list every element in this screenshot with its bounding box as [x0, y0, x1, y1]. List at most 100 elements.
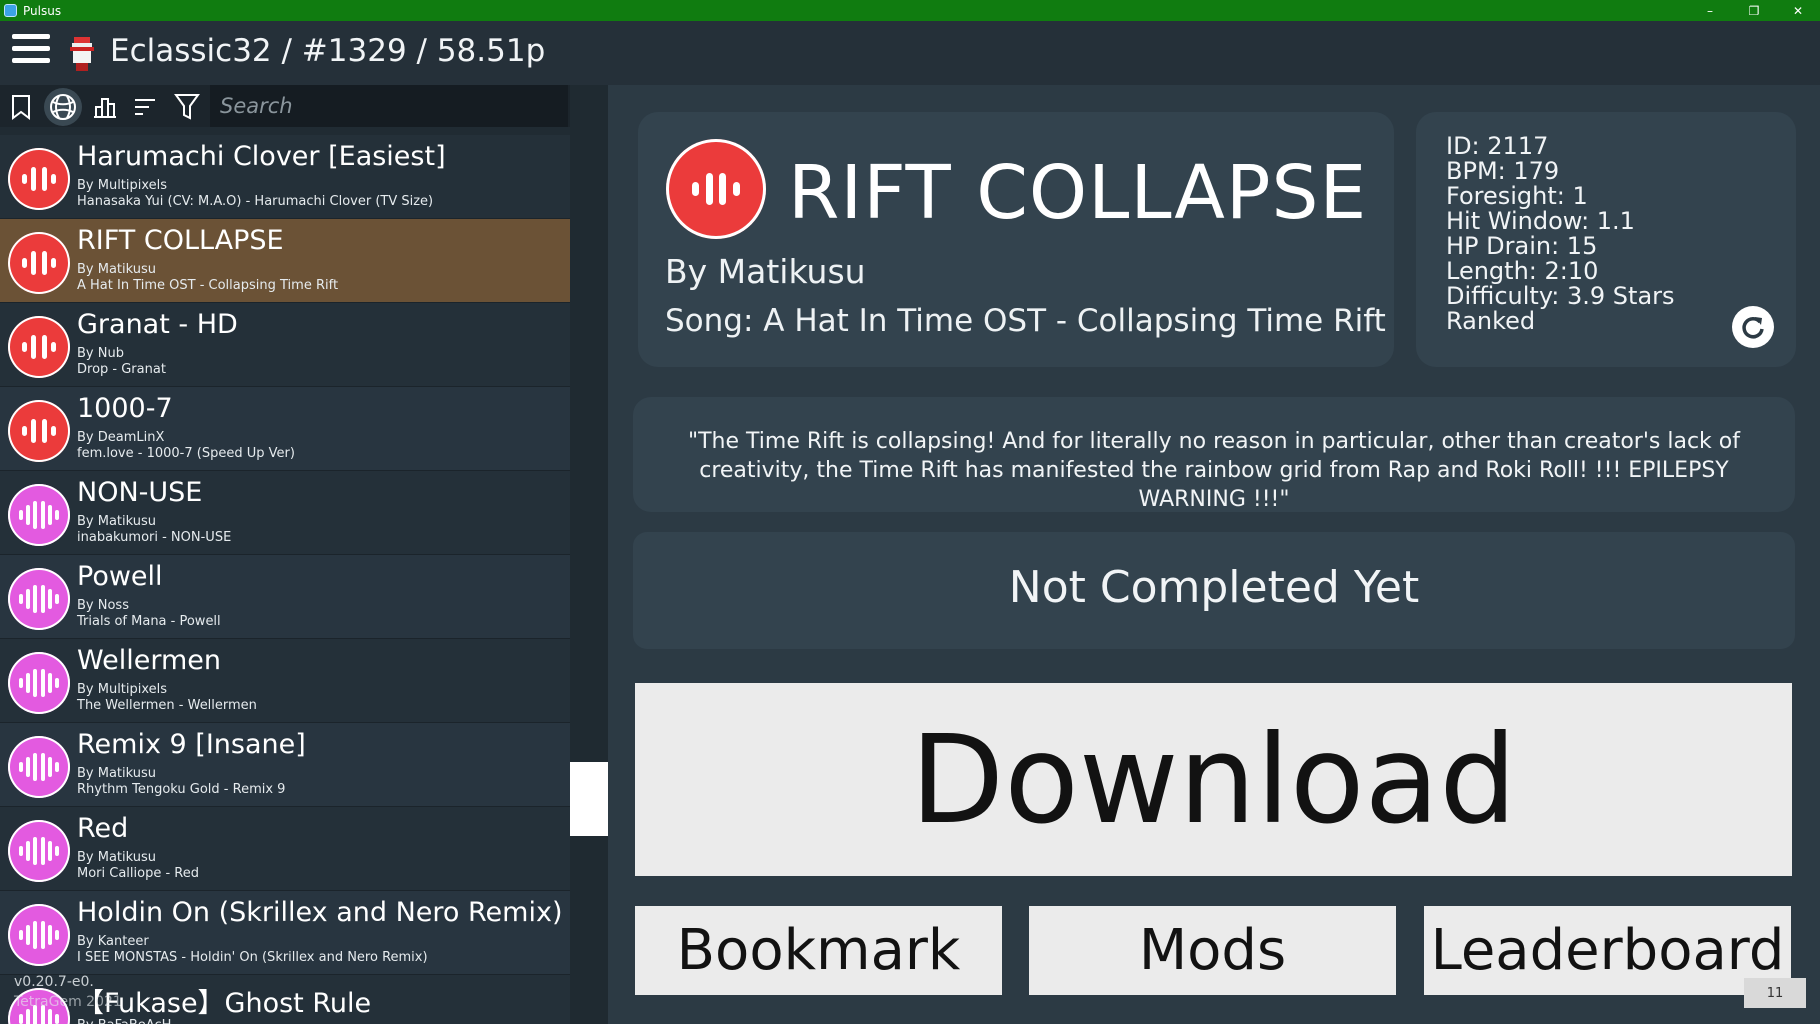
level-list-item[interactable]: Powell By Noss Trials of Mana - Powell	[0, 555, 570, 639]
bookmark-filter-icon[interactable]	[2, 88, 40, 126]
app-icon	[4, 4, 17, 17]
leaderboard-filter-icon[interactable]	[86, 88, 124, 126]
sidebar-scrollbar[interactable]	[570, 85, 608, 1024]
level-item-title: Powell	[77, 561, 163, 592]
level-icon	[8, 484, 70, 546]
level-item-song: inabakumori - NON-USE	[77, 530, 232, 545]
stat-hit-window: Hit Window: 1.1	[1446, 207, 1635, 235]
level-stats-card: ID: 2117 BPM: 179 Foresight: 1 Hit Windo…	[1416, 112, 1796, 367]
level-item-title: Remix 9 [Insane]	[77, 729, 306, 760]
level-item-song: I SEE MONSTAS - Holdin' On (Skrillex and…	[77, 950, 428, 965]
sidebar-toolbar	[0, 85, 570, 127]
level-icon	[666, 139, 766, 239]
level-icon	[8, 316, 70, 378]
download-button[interactable]: Download	[635, 683, 1792, 876]
leaderboard-button[interactable]: Leaderboard	[1424, 906, 1791, 995]
level-list-item[interactable]: Red By Matikusu Mori Calliope - Red	[0, 807, 570, 891]
user-rank-title: Eclassic32 / #1329 / 58.51p	[110, 33, 546, 69]
level-item-title: Harumachi Clover [Easiest]	[77, 141, 446, 172]
credit-label: TetraGem 2021	[14, 994, 122, 1010]
level-item-song: A Hat In Time OST - Collapsing Time Rift	[77, 278, 339, 293]
level-item-song: Drop - Granat	[77, 362, 166, 377]
stat-ranked-status: Ranked	[1446, 307, 1536, 335]
description-card: "The Time Rift is collapsing! And for li…	[633, 397, 1795, 512]
stat-length: Length: 2:10	[1446, 257, 1599, 285]
stat-foresight: Foresight: 1	[1446, 182, 1588, 210]
level-icon	[8, 652, 70, 714]
level-item-title: NON-USE	[77, 477, 203, 508]
level-item-author: By BaFaBeAcH	[77, 1018, 171, 1024]
level-detail-panel: RIFT COLLAPSE By Matikusu Song: A Hat In…	[608, 85, 1820, 1024]
level-title: RIFT COLLAPSE	[788, 150, 1368, 236]
globe-icon[interactable]	[44, 88, 82, 126]
level-description: "The Time Rift is collapsing! And for li…	[688, 429, 1740, 512]
level-item-author: By Kanteer	[77, 934, 149, 949]
completion-status: Not Completed Yet	[1008, 562, 1420, 613]
level-list: Harumachi Clover [Easiest] By Multipixels…	[0, 135, 570, 1024]
stat-id: ID: 2117	[1446, 132, 1549, 160]
close-button[interactable]: ✕	[1776, 0, 1820, 21]
level-list-item[interactable]: Harumachi Clover [Easiest] By Multipixels…	[0, 135, 570, 219]
restore-button[interactable]: ❐	[1732, 0, 1776, 21]
level-item-author: By DeamLinX	[77, 430, 165, 445]
level-list-item[interactable]: Wellermen By Multipixels The Wellermen - W…	[0, 639, 570, 723]
bookmark-button[interactable]: Bookmark	[635, 906, 1002, 995]
level-item-author: By Matikusu	[77, 514, 157, 529]
window-title: Pulsus	[23, 3, 62, 18]
stat-hp-drain: HP Drain: 15	[1446, 232, 1598, 260]
level-item-title: Wellermen	[77, 645, 221, 676]
level-item-song: Mori Calliope - Red	[77, 866, 199, 881]
mods-button[interactable]: Mods	[1029, 906, 1396, 995]
fps-counter: 11	[1744, 978, 1806, 1008]
stat-bpm: BPM: 179	[1446, 157, 1560, 185]
level-item-title: 1000-7	[77, 393, 173, 424]
level-icon	[8, 736, 70, 798]
level-song: Song: A Hat In Time OST - Collapsing Tim…	[665, 303, 1386, 339]
level-item-author: By Noss	[77, 598, 129, 613]
level-info-card: RIFT COLLAPSE By Matikusu Song: A Hat In…	[638, 112, 1394, 367]
search-input[interactable]	[210, 85, 568, 127]
scrollbar-thumb[interactable]	[570, 762, 608, 836]
level-list-item[interactable]: Remix 9 [Insane] By Matikusu Rhythm Tengok…	[0, 723, 570, 807]
level-item-author: By Multipixels	[77, 682, 168, 697]
level-list-item[interactable]: NON-USE By Matikusu inabakumori - NON-USE	[0, 471, 570, 555]
level-item-song: Rhythm Tengoku Gold - Remix 9	[77, 782, 286, 797]
minimize-button[interactable]: –	[1688, 0, 1732, 21]
version-label: v0.20.7-e0.	[14, 974, 94, 990]
level-sidebar: Harumachi Clover [Easiest] By Multipixels…	[0, 85, 570, 1024]
level-item-song: fem.love - 1000-7 (Speed Up Ver)	[77, 446, 295, 461]
level-icon	[8, 568, 70, 630]
level-item-author: By Matikusu	[77, 766, 157, 781]
filter-icon[interactable]	[168, 88, 206, 126]
window-titlebar: Pulsus – ❐ ✕	[0, 0, 1820, 21]
level-author: By Matikusu	[665, 252, 866, 291]
sort-icon[interactable]	[126, 88, 164, 126]
level-item-title: RIFT COLLAPSE	[77, 225, 284, 256]
level-item-author: By Matikusu	[77, 262, 157, 277]
level-icon	[8, 820, 70, 882]
refresh-icon[interactable]	[1732, 306, 1774, 348]
level-item-title: Red	[77, 813, 129, 844]
level-item-title: Granat - HD	[77, 309, 238, 340]
level-list-item[interactable]: Granat - HD By Nub Drop - Granat	[0, 303, 570, 387]
level-item-author: By Multipixels	[77, 178, 168, 193]
level-list-item[interactable]: RIFT COLLAPSE By Matikusu A Hat In Time OS…	[0, 219, 570, 303]
level-list-item[interactable]: 1000-7 By DeamLinX fem.love - 1000-7 (Spee…	[0, 387, 570, 471]
stat-difficulty: Difficulty: 3.9 Stars	[1446, 282, 1675, 310]
level-icon	[8, 904, 70, 966]
level-item-author: By Matikusu	[77, 850, 157, 865]
level-icon	[8, 148, 70, 210]
level-icon	[8, 400, 70, 462]
top-header: Eclassic32 / #1329 / 58.51p	[0, 21, 1820, 85]
search-box	[210, 85, 568, 127]
level-list-item[interactable]: Holdin On (Skrillex and Nero Remix) By Ka…	[0, 891, 570, 975]
hamburger-menu-icon[interactable]	[12, 34, 50, 70]
level-item-song: The Wellermen - Wellermen	[77, 698, 257, 713]
completion-card: Not Completed Yet	[633, 532, 1795, 649]
level-item-song: Trials of Mana - Powell	[77, 614, 221, 629]
level-icon	[8, 232, 70, 294]
level-item-title: Holdin On (Skrillex and Nero Remix)	[77, 897, 563, 928]
level-item-author: By Nub	[77, 346, 124, 361]
level-item-song: Hanasaka Yui (CV: M.A.O) - Harumachi Clo…	[77, 194, 434, 209]
rank-badge-icon	[70, 37, 94, 71]
